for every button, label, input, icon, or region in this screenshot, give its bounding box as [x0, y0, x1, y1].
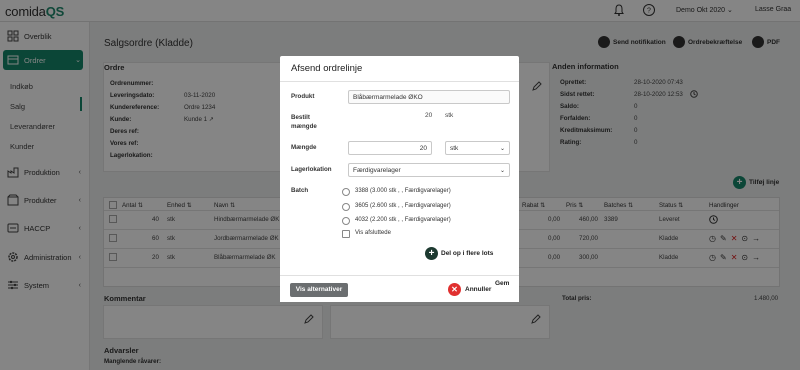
batch-label: Batch: [291, 187, 309, 194]
batch-radio[interactable]: [342, 217, 350, 225]
ordered-label-line2: mængde: [291, 123, 317, 130]
ordered-quantity: 20: [425, 112, 433, 119]
location-select[interactable]: Færdigvarelager ⌄: [348, 163, 510, 177]
ordered-unit: stk: [445, 112, 454, 119]
batch-option[interactable]: 3388 (3.000 stk , , Færdigvarelager): [355, 188, 451, 194]
show-closed-checkbox[interactable]: [342, 230, 350, 238]
batch-radio[interactable]: [342, 203, 350, 211]
quantity-input[interactable]: 20: [348, 141, 432, 155]
location-label: Lagerlokation: [291, 166, 332, 173]
split-lots-button[interactable]: + Del op i flere lots: [425, 247, 493, 260]
plus-icon: +: [425, 247, 438, 260]
chevron-down-icon: ⌄: [499, 146, 505, 152]
chevron-down-icon: ⌄: [499, 168, 505, 174]
batch-option[interactable]: 4032 (2.200 stk , , Færdigvarelager): [355, 217, 451, 223]
close-icon: ✕: [448, 283, 461, 296]
product-label: Produkt: [291, 93, 315, 100]
save-button[interactable]: Gem: [495, 280, 509, 287]
cancel-label: Annuller: [465, 286, 492, 293]
dialog-footer: Vis alternativer ✕ Annuller Gem: [280, 275, 519, 302]
product-field: Blåbærmarmelade ØKO: [348, 90, 510, 104]
unit-select[interactable]: stk ⌄: [445, 141, 510, 155]
dispatch-order-line-dialog: Afsend ordrelinje Produkt Blåbærmarmelad…: [280, 56, 519, 302]
show-closed-label[interactable]: Vis afsluttede: [355, 230, 391, 236]
ordered-label-line1: Bestilt: [291, 114, 310, 121]
batch-radio[interactable]: [342, 188, 350, 196]
divider: [280, 81, 519, 82]
unit-select-value: stk: [450, 145, 459, 152]
show-alternatives-button[interactable]: Vis alternativer: [290, 283, 348, 297]
batch-option[interactable]: 3605 (2.600 stk , , Færdigvarelager): [355, 203, 451, 209]
cancel-button[interactable]: ✕ Annuller: [448, 283, 491, 296]
location-select-value: Færdigvarelager: [353, 167, 401, 174]
split-lots-label: Del op i flere lots: [441, 250, 494, 257]
quantity-label: Mængde: [291, 144, 317, 151]
dialog-title: Afsend ordrelinje: [291, 63, 363, 74]
